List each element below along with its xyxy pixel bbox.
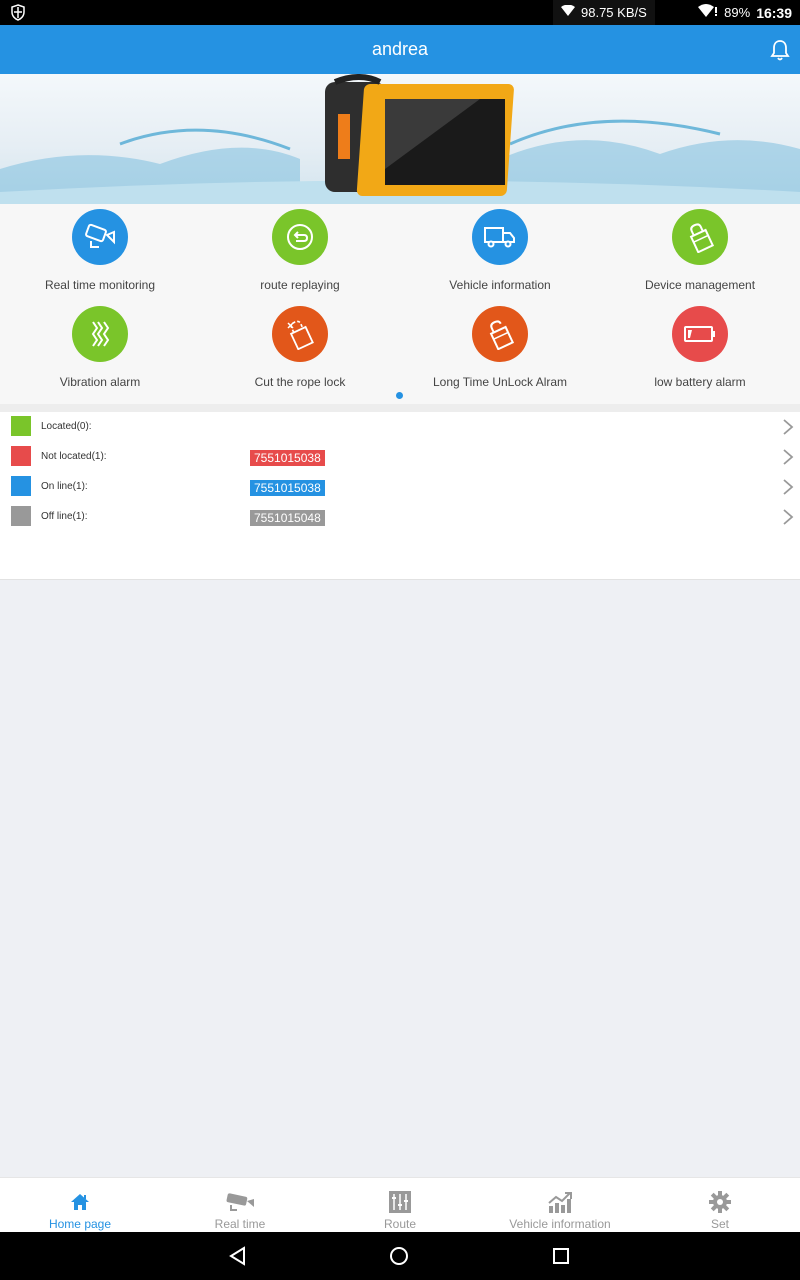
status-bar: 98.75 KB/S 89% 16:39 bbox=[0, 0, 800, 25]
nav-vehicle-information[interactable]: Vehicle information bbox=[480, 1178, 640, 1233]
home-circle-icon[interactable] bbox=[389, 1246, 409, 1271]
camera-icon bbox=[72, 209, 128, 265]
nav-label: Route bbox=[383, 1217, 417, 1231]
chevron-right-icon[interactable] bbox=[782, 448, 794, 471]
nav-real-time[interactable]: Real time bbox=[160, 1178, 320, 1233]
back-icon[interactable] bbox=[228, 1246, 248, 1271]
banner-image[interactable] bbox=[0, 74, 800, 204]
sliders-icon bbox=[320, 1190, 480, 1214]
system-navigation-bar bbox=[0, 1232, 800, 1280]
status-row-located[interactable]: Located(0): bbox=[0, 412, 800, 442]
wifi-icon bbox=[561, 4, 575, 20]
bell-icon[interactable] bbox=[770, 39, 790, 66]
nav-label: Real time bbox=[214, 1217, 266, 1231]
nav-label: Vehicle information bbox=[509, 1217, 611, 1231]
feature-vehicle-information[interactable]: Vehicle information bbox=[400, 204, 600, 300]
nav-set[interactable]: Set bbox=[640, 1178, 800, 1233]
feature-label: low battery alarm bbox=[654, 375, 746, 389]
feature-label: Device management bbox=[644, 278, 756, 292]
chevron-right-icon[interactable] bbox=[782, 478, 794, 501]
chevron-right-icon[interactable] bbox=[782, 418, 794, 441]
status-label: Off line(1): bbox=[41, 511, 88, 522]
feature-label: Cut the rope lock bbox=[254, 375, 346, 389]
unlock-icon bbox=[472, 306, 528, 362]
home-icon bbox=[0, 1190, 160, 1214]
network-speed: 98.75 KB/S bbox=[553, 0, 655, 25]
battery-level: 89% bbox=[724, 5, 751, 20]
bottom-navigation: Home page Real time Route Vehicle inform… bbox=[0, 1177, 800, 1232]
splash-illustration bbox=[0, 74, 800, 204]
recents-icon[interactable] bbox=[551, 1246, 571, 1271]
section-divider bbox=[0, 404, 800, 412]
nav-home-page[interactable]: Home page bbox=[0, 1178, 160, 1233]
feature-cut-the-rope-lock[interactable]: Cut the rope lock bbox=[200, 301, 400, 397]
page-title: andrea bbox=[371, 39, 429, 59]
feature-real-time-monitoring[interactable]: Real time monitoring bbox=[0, 204, 200, 300]
cctv-camera-icon bbox=[160, 1190, 320, 1214]
device-id-tag[interactable]: 7551015038 bbox=[250, 480, 325, 496]
app-bar: andrea bbox=[0, 25, 800, 74]
network-speed-text: 98.75 KB/S bbox=[581, 5, 647, 20]
device-status-list: Located(0): Not located(1): 7551015038 O… bbox=[0, 412, 800, 580]
wifi-alert-icon bbox=[698, 4, 718, 21]
truck-icon bbox=[472, 209, 528, 265]
nav-route[interactable]: Route bbox=[320, 1178, 480, 1233]
status-row-offline[interactable]: Off line(1): 7551015048 bbox=[0, 502, 800, 532]
nav-label: Home page bbox=[48, 1217, 112, 1231]
page-indicator-dot[interactable] bbox=[396, 392, 403, 399]
feature-label: Vehicle information bbox=[449, 278, 551, 292]
feature-label: Long Time UnLock Alram bbox=[432, 375, 568, 389]
clock: 16:39 bbox=[756, 4, 792, 21]
status-label: On line(1): bbox=[41, 481, 88, 492]
low-battery-icon bbox=[672, 306, 728, 362]
chart-up-icon bbox=[480, 1190, 640, 1214]
vibration-icon bbox=[72, 306, 128, 362]
feature-label: Real time monitoring bbox=[44, 278, 156, 292]
status-swatch bbox=[11, 446, 31, 466]
feature-label: Vibration alarm bbox=[59, 375, 141, 389]
status-row-online[interactable]: On line(1): 7551015038 bbox=[0, 472, 800, 502]
device-id-tag[interactable]: 7551015038 bbox=[250, 450, 325, 466]
status-label: Located(0): bbox=[41, 421, 92, 432]
shield-icon bbox=[10, 4, 26, 24]
gear-icon bbox=[640, 1190, 800, 1214]
chevron-right-icon[interactable] bbox=[782, 508, 794, 531]
nav-label: Set bbox=[710, 1217, 729, 1231]
status-row-not-located[interactable]: Not located(1): 7551015038 bbox=[0, 442, 800, 472]
status-swatch bbox=[11, 416, 31, 436]
feature-vibration-alarm[interactable]: Vibration alarm bbox=[0, 301, 200, 397]
feature-low-battery-alarm[interactable]: low battery alarm bbox=[600, 301, 800, 397]
padlock-icon bbox=[672, 209, 728, 265]
feature-route-replaying[interactable]: route replaying bbox=[200, 204, 400, 300]
device-id-tag[interactable]: 7551015048 bbox=[250, 510, 325, 526]
feature-label: route replaying bbox=[260, 278, 340, 292]
feature-long-time-unlock-alarm[interactable]: Long Time UnLock Alram bbox=[400, 301, 600, 397]
cut-lock-icon bbox=[272, 306, 328, 362]
feature-device-management[interactable]: Device management bbox=[600, 204, 800, 300]
status-label: Not located(1): bbox=[41, 451, 107, 462]
replay-icon bbox=[272, 209, 328, 265]
status-swatch bbox=[11, 506, 31, 526]
feature-grid: Real time monitoring route replaying Veh… bbox=[0, 204, 800, 404]
status-swatch bbox=[11, 476, 31, 496]
